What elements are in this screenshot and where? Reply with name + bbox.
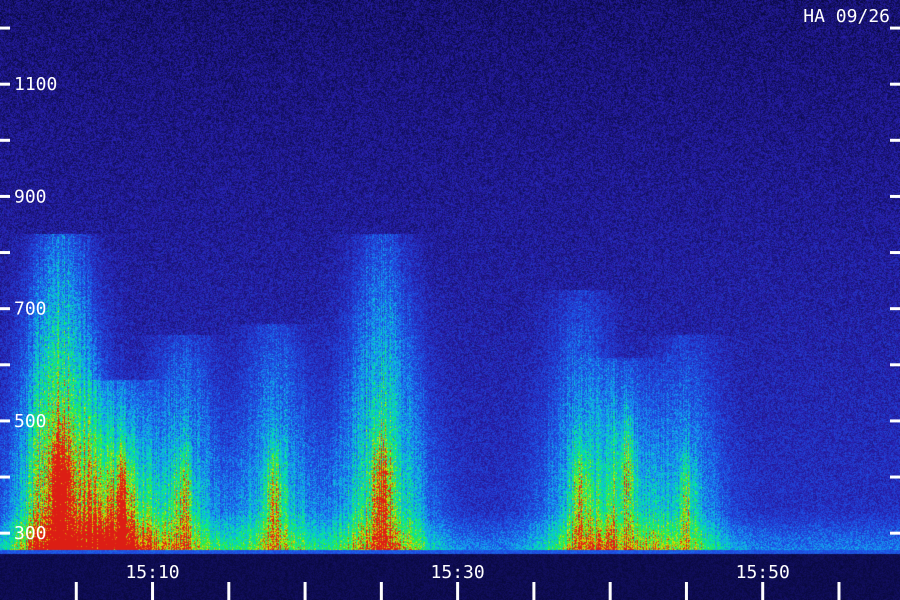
spectrogram-chart: 300 500 700 900 1100 15:10 15:30 15:50 HA 09/26: [0, 0, 900, 600]
spectrogram-image: [0, 0, 900, 600]
y-tick-label: 1100: [14, 74, 57, 95]
y-tick-label: 500: [14, 411, 47, 432]
x-tick-label: 15:30: [431, 562, 485, 583]
y-tick-label: 900: [14, 186, 47, 207]
station-label: HA 09/26: [803, 6, 890, 27]
spectrogram-svg: 300 500 700 900 1100 15:10 15:30 15:50 HA 09/26: [0, 0, 900, 600]
x-tick-label: 15:10: [125, 562, 179, 583]
y-tick-label: 700: [14, 299, 47, 320]
x-tick-label: 15:50: [736, 562, 790, 583]
y-tick-label: 300: [14, 523, 47, 544]
